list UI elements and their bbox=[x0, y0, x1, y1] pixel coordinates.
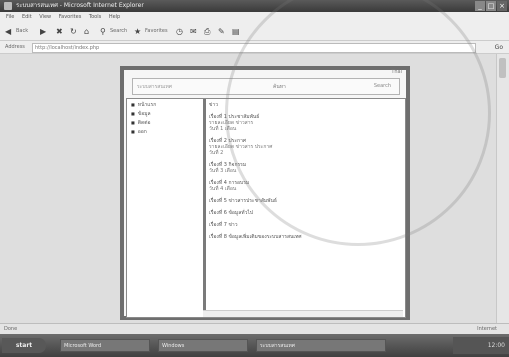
news-date: วันที่ 1 เดือน bbox=[209, 126, 237, 132]
vertical-scrollbar[interactable] bbox=[496, 54, 509, 323]
search-icon[interactable]: ⚲ bbox=[100, 26, 106, 37]
nav-item[interactable]: ติดต่อ bbox=[131, 120, 203, 126]
back-label[interactable]: Back bbox=[16, 26, 28, 37]
minimize-button[interactable]: _ bbox=[475, 1, 485, 11]
discuss-icon[interactable]: ▤ bbox=[232, 26, 240, 37]
favorites-icon[interactable]: ★ bbox=[134, 26, 141, 37]
site-banner: ระบบสารสนเทศ bbox=[137, 84, 172, 90]
page-header: ระบบสารสนเทศ ค้นหา Search bbox=[132, 78, 400, 95]
search-caption: ค้นหา bbox=[273, 84, 286, 90]
menu-edit[interactable]: Edit bbox=[22, 12, 32, 23]
window-controls: _ □ × bbox=[475, 1, 507, 11]
menu-help[interactable]: Help bbox=[109, 12, 120, 23]
system-tray-clock: 12:00 bbox=[453, 337, 509, 354]
main-title: ข่าว bbox=[209, 102, 219, 108]
home-icon[interactable]: ⌂ bbox=[84, 26, 89, 37]
favorites-label[interactable]: Favorites bbox=[145, 26, 168, 37]
main-content: ข่าว เรื่องที่ 1 ประชาสัมพันธ์ รายละเอีย… bbox=[209, 102, 399, 240]
news-item: เรื่องที่ 7 ข่าว bbox=[209, 222, 399, 228]
news-item: เรื่องที่ 4 การอบรม วันที่ 4 เดือน bbox=[209, 180, 399, 192]
menu-bar: File Edit View Favorites Tools Help bbox=[0, 12, 509, 23]
news-title[interactable]: เรื่องที่ 5 ข่าวสารประชาสัมพันธ์ bbox=[209, 198, 399, 204]
address-input[interactable]: http://localhost/index.php bbox=[32, 43, 476, 53]
close-button[interactable]: × bbox=[497, 1, 507, 11]
menu-view[interactable]: View bbox=[39, 12, 51, 23]
maximize-button[interactable]: □ bbox=[486, 1, 496, 11]
window-title: ระบบสารสนเทศ - Microsoft Internet Explor… bbox=[16, 2, 144, 9]
page-horizontal-scrollbar[interactable] bbox=[203, 310, 403, 317]
go-button[interactable]: Go bbox=[495, 42, 503, 54]
history-icon[interactable]: ◷ bbox=[176, 26, 183, 37]
taskbar: start Microsoft Word Windows ระบบสารสนเท… bbox=[0, 334, 509, 357]
nav-item[interactable]: หน้าแรก bbox=[131, 102, 203, 108]
news-item: เรื่องที่ 8 ข้อมูลเพิ่มเติมของระบบสารสนเ… bbox=[209, 234, 399, 240]
taskbar-button-browser[interactable]: ระบบสารสนเทศ bbox=[256, 339, 386, 352]
browser-window: ระบบสารสนเทศ - Microsoft Internet Explor… bbox=[0, 0, 509, 357]
news-item: เรื่องที่ 1 ประชาสัมพันธ์ รายละเอียด ข่า… bbox=[209, 114, 399, 132]
web-page: Thai ระบบสารสนเทศ ค้นหา Search หน้าแรก ข… bbox=[120, 66, 410, 320]
news-item: เรื่องที่ 2 ประกาศ รายละเอียด ข่าวสาร ปร… bbox=[209, 138, 399, 156]
mail-icon[interactable]: ✉ bbox=[190, 26, 197, 37]
taskbar-button-windows[interactable]: Windows bbox=[158, 339, 248, 352]
nav-item[interactable]: ออก bbox=[131, 129, 203, 135]
menu-file[interactable]: File bbox=[6, 12, 14, 23]
nav-item[interactable]: ข้อมูล bbox=[131, 111, 203, 117]
stop-icon[interactable]: ✖ bbox=[56, 26, 63, 37]
toolbar: ◀ Back ▶ ✖ ↻ ⌂ ⚲ Search ★ Favorites ◷ ✉ … bbox=[0, 23, 509, 41]
page-body: หน้าแรก ข้อมูล ติดต่อ ออก ข่าว เรื่องที่… bbox=[126, 98, 406, 318]
menu-tools[interactable]: Tools bbox=[89, 12, 101, 23]
ie-icon bbox=[4, 2, 12, 10]
search-label[interactable]: Search bbox=[110, 26, 127, 37]
address-label: Address bbox=[5, 44, 25, 50]
menu-favorites[interactable]: Favorites bbox=[59, 12, 82, 23]
news-title[interactable]: เรื่องที่ 8 ข้อมูลเพิ่มเติมของระบบสารสนเ… bbox=[209, 234, 399, 240]
page-tag: Thai bbox=[391, 69, 402, 75]
title-bar: ระบบสารสนเทศ - Microsoft Internet Explor… bbox=[0, 0, 509, 12]
print-icon[interactable]: ⎙ bbox=[204, 26, 210, 37]
news-item: เรื่องที่ 6 ข้อมูลทั่วไป bbox=[209, 210, 399, 216]
search-link[interactable]: Search bbox=[374, 83, 391, 89]
refresh-icon[interactable]: ↻ bbox=[70, 26, 77, 37]
start-button[interactable]: start bbox=[2, 338, 46, 353]
back-icon[interactable]: ◀ bbox=[5, 26, 11, 37]
news-title[interactable]: เรื่องที่ 7 ข่าว bbox=[209, 222, 399, 228]
forward-icon[interactable]: ▶ bbox=[40, 26, 46, 37]
address-bar: Address http://localhost/index.php Go bbox=[0, 41, 509, 54]
edit-icon[interactable]: ✎ bbox=[218, 26, 225, 37]
left-nav: หน้าแรก ข้อมูล ติดต่อ ออก bbox=[127, 99, 206, 315]
scroll-thumb[interactable] bbox=[499, 58, 506, 78]
news-item: เรื่องที่ 3 กิจกรรม วันที่ 3 เดือน bbox=[209, 162, 399, 174]
news-item: เรื่องที่ 5 ข่าวสารประชาสัมพันธ์ bbox=[209, 198, 399, 204]
taskbar-button-word[interactable]: Microsoft Word bbox=[60, 339, 150, 352]
news-date: วันที่ 2 bbox=[209, 150, 224, 156]
news-title[interactable]: เรื่องที่ 6 ข้อมูลทั่วไป bbox=[209, 210, 399, 216]
news-detail: วันที่ 3 เดือน bbox=[209, 168, 237, 174]
news-detail: วันที่ 4 เดือน bbox=[209, 186, 237, 192]
